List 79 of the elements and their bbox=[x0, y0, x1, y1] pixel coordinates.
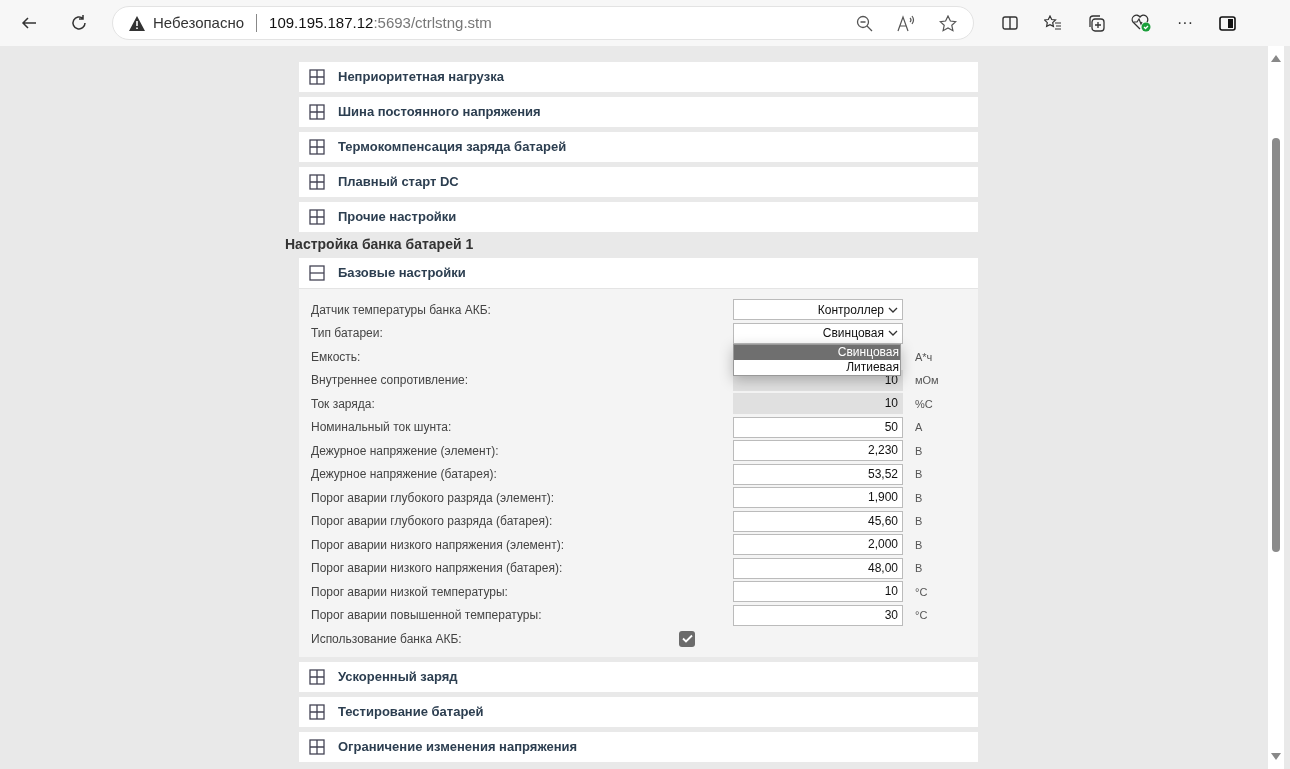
field-label: Номинальный ток шунта: bbox=[311, 419, 453, 437]
unit-label: В bbox=[915, 537, 923, 553]
security-label: Небезопасно bbox=[153, 12, 245, 33]
unit-label: °С bbox=[915, 584, 928, 600]
sidebar-icon[interactable] bbox=[1219, 15, 1236, 31]
section-header[interactable]: Прочие настройки bbox=[299, 202, 978, 232]
section-header[interactable]: Плавный старт DC bbox=[299, 167, 978, 197]
section-header[interactable]: Ограничение изменения напряжения bbox=[299, 731, 978, 762]
unit-label: В bbox=[915, 467, 923, 482]
field-label: Порог аварии повышенной температуры: bbox=[311, 607, 543, 625]
field-label: Тип батареи: bbox=[311, 325, 384, 343]
field-label: Дежурное напряжение (элемент): bbox=[311, 442, 500, 460]
expand-icon[interactable] bbox=[309, 69, 325, 85]
address-bar[interactable]: Небезопасно 109.195.187.12:5693/ctrlstng.stm bbox=[112, 6, 974, 40]
star-icon[interactable] bbox=[939, 14, 957, 32]
expand-icon[interactable] bbox=[309, 104, 325, 120]
field-label: Емкость: bbox=[311, 348, 362, 366]
input-field[interactable]: 48,00 bbox=[733, 557, 903, 579]
warning-icon bbox=[129, 15, 145, 31]
input-field[interactable]: 30 bbox=[733, 604, 903, 626]
section-header[interactable]: Шина постоянного напряжения bbox=[299, 97, 978, 127]
input-field[interactable]: 2,000 bbox=[733, 534, 903, 556]
field-label: Порог аварии низкой температуры: bbox=[311, 583, 509, 601]
field-label: Внутреннее сопротивление: bbox=[311, 372, 470, 390]
unit-label: °С bbox=[915, 608, 928, 623]
section-header[interactable]: Тестирование батарей bbox=[299, 696, 978, 727]
read-aloud-icon[interactable] bbox=[897, 14, 915, 32]
section-header[interactable]: Термокомпенсация заряда батарей bbox=[299, 132, 978, 162]
unit-label: мОм bbox=[915, 373, 939, 388]
section-header[interactable]: Базовые настройки bbox=[299, 258, 978, 288]
scroll-up-icon[interactable] bbox=[1271, 55, 1281, 62]
input-field[interactable]: 50 bbox=[733, 416, 903, 438]
checkbox[interactable] bbox=[679, 630, 695, 647]
caret-icon bbox=[888, 306, 898, 313]
collapse-icon[interactable] bbox=[309, 265, 325, 281]
expand-icon[interactable] bbox=[309, 703, 325, 720]
field-label: Датчик температуры банка АКБ: bbox=[311, 301, 492, 319]
caret-icon bbox=[888, 330, 898, 337]
section-heading: Настройка банка батарей 1 bbox=[285, 235, 475, 254]
expand-icon[interactable] bbox=[309, 209, 325, 225]
input-field[interactable]: 53,52 bbox=[733, 463, 903, 485]
split-screen-icon[interactable] bbox=[1002, 15, 1018, 31]
unit-label: А bbox=[915, 420, 923, 435]
unit-label: %С bbox=[915, 396, 933, 412]
more-button[interactable]: ··· bbox=[1177, 15, 1193, 31]
collections-icon[interactable] bbox=[1088, 14, 1105, 32]
unit-label: А*ч bbox=[915, 349, 933, 365]
unit-label: В bbox=[915, 514, 923, 529]
scroll-down-icon[interactable] bbox=[1271, 753, 1281, 760]
health-heart-icon[interactable] bbox=[1131, 14, 1151, 32]
expand-icon[interactable] bbox=[309, 174, 325, 190]
field-label: Порог аварии глубокого разряда (элемент): bbox=[311, 489, 555, 507]
field-label: Порог аварии низкого напряжения (батарея): bbox=[311, 560, 564, 578]
field-label: Использование банка АКБ: bbox=[311, 630, 463, 648]
zoom-out-icon[interactable] bbox=[856, 14, 873, 32]
reload-icon[interactable] bbox=[70, 14, 88, 32]
field-label: Порог аварии низкого напряжения (элемент): bbox=[311, 536, 565, 554]
input-field[interactable]: 2,230 bbox=[733, 440, 903, 462]
field-label: Ток заряда: bbox=[311, 395, 376, 413]
scrollbar[interactable] bbox=[1268, 46, 1284, 769]
expand-icon[interactable] bbox=[309, 139, 325, 155]
dropdown-option[interactable]: Свинцовая bbox=[734, 344, 900, 360]
unit-label: В bbox=[915, 490, 923, 506]
url-text: 109.195.187.12:5693/ctrlstng.stm bbox=[269, 12, 492, 33]
input-field[interactable]: 45,60 bbox=[733, 510, 903, 532]
unit-label: В bbox=[915, 561, 923, 576]
section-header[interactable]: Неприоритетная нагрузка bbox=[299, 62, 978, 92]
scrollbar-thumb[interactable] bbox=[1272, 138, 1280, 552]
dropdown[interactable]: Контроллер bbox=[733, 299, 903, 321]
input-field[interactable]: 1,900 bbox=[733, 487, 903, 509]
favorites-icon[interactable] bbox=[1044, 15, 1062, 31]
section-header[interactable]: Ускоренный заряд bbox=[299, 661, 978, 692]
expand-icon[interactable] bbox=[309, 738, 325, 755]
input-field[interactable]: 10 bbox=[733, 581, 903, 603]
expand-icon[interactable] bbox=[309, 668, 325, 685]
field-label: Дежурное напряжение (батарея): bbox=[311, 466, 498, 484]
unit-label: В bbox=[915, 443, 923, 459]
field-label: Порог аварии глубокого разряда (батарея): bbox=[311, 513, 554, 531]
dropdown[interactable]: Свинцовая bbox=[733, 322, 903, 344]
